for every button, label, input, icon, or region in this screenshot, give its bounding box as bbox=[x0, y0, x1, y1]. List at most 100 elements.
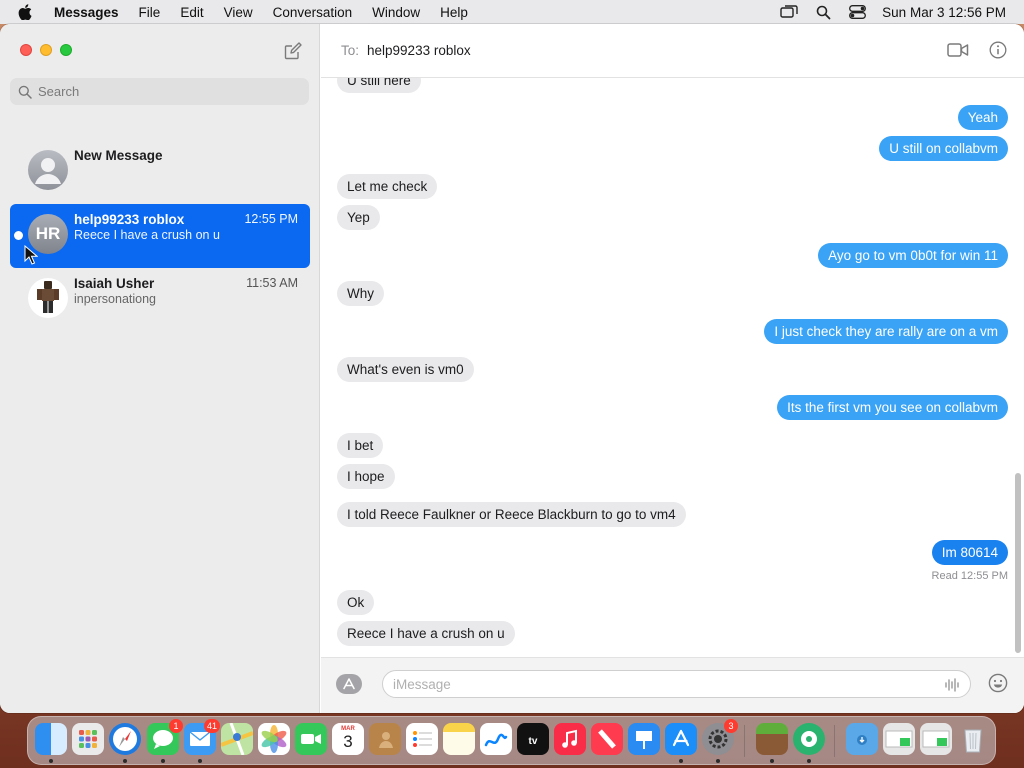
calendar-day: 3 bbox=[343, 732, 353, 751]
news-icon[interactable] bbox=[591, 723, 623, 755]
settings-badge: 3 bbox=[724, 719, 738, 733]
sidebar: New Message HR help99233 roblox 12:55 PM… bbox=[0, 24, 320, 713]
system-settings-icon[interactable]: 3 bbox=[702, 719, 738, 755]
maps-icon[interactable] bbox=[220, 722, 254, 756]
screenshot-file-icon[interactable] bbox=[883, 723, 915, 755]
composer-bar bbox=[321, 657, 1024, 713]
message-bubble-outgoing[interactable]: Ayo go to vm 0b0t for win 11 bbox=[818, 243, 1008, 268]
running-indicator bbox=[679, 759, 683, 763]
menu-bar: Messages File Edit View Conversation Win… bbox=[0, 0, 1024, 24]
avatar bbox=[28, 278, 68, 318]
conversation-help99233-roblox[interactable]: HR help99233 roblox 12:55 PM Reece I hav… bbox=[10, 204, 310, 268]
message-bubble-outgoing[interactable]: Im 80614 bbox=[931, 540, 1008, 565]
transcript-scrollbar[interactable] bbox=[1015, 473, 1021, 653]
menu-edit[interactable]: Edit bbox=[180, 5, 203, 20]
menu-bar-clock[interactable]: Sun Mar 3 12:56 PM bbox=[882, 5, 1006, 20]
message-bubble-incoming[interactable]: I hope bbox=[337, 464, 395, 489]
audio-message-icon[interactable] bbox=[944, 677, 960, 693]
contacts-icon[interactable] bbox=[369, 723, 401, 755]
keynote-icon[interactable] bbox=[628, 723, 660, 755]
running-indicator bbox=[807, 759, 811, 763]
search-field[interactable] bbox=[10, 78, 309, 105]
facetime-icon[interactable] bbox=[295, 723, 327, 755]
app-store-icon[interactable] bbox=[665, 723, 697, 755]
message-bubble-incoming[interactable]: Let me check bbox=[337, 174, 438, 199]
message-bubble-outgoing[interactable]: U still on collabvm bbox=[879, 136, 1008, 161]
compose-icon[interactable] bbox=[284, 42, 302, 60]
message-bubble-outgoing[interactable]: I just check they are rally are on a vm bbox=[764, 319, 1008, 344]
app-store-apps-button[interactable] bbox=[336, 674, 362, 694]
conversation-name: Isaiah Usher bbox=[74, 276, 155, 291]
messages-dock-icon[interactable]: 1 bbox=[147, 719, 183, 755]
calendar-icon[interactable]: MAR 3 bbox=[332, 723, 364, 755]
svg-text:tv: tv bbox=[529, 736, 538, 747]
control-center-icon[interactable] bbox=[848, 4, 866, 20]
messages-window: New Message HR help99233 roblox 12:55 PM… bbox=[0, 24, 1024, 713]
message-bubble-incoming[interactable]: What's even is vm0 bbox=[337, 357, 474, 382]
read-receipt-label: Read bbox=[931, 570, 958, 582]
spotlight-search-icon[interactable] bbox=[814, 4, 832, 20]
menu-window[interactable]: Window bbox=[372, 5, 420, 20]
downloads-folder-icon[interactable] bbox=[846, 723, 878, 755]
conversation-time: 11:53 AM bbox=[246, 276, 298, 290]
running-indicator bbox=[49, 759, 53, 763]
menu-view[interactable]: View bbox=[224, 5, 253, 20]
read-receipt-time: 12:55 PM bbox=[960, 570, 1008, 582]
info-icon[interactable] bbox=[989, 41, 1007, 59]
find-my-icon[interactable] bbox=[793, 723, 825, 755]
menu-conversation[interactable]: Conversation bbox=[273, 5, 353, 20]
message-bubble-incoming[interactable]: Why bbox=[337, 281, 384, 306]
mail-icon[interactable]: 41 bbox=[184, 719, 220, 755]
apple-tv-icon[interactable]: tv bbox=[517, 723, 549, 755]
emoji-icon[interactable] bbox=[988, 673, 1008, 693]
message-transcript: U still here Yeah U still on collabvm Le… bbox=[321, 78, 1024, 657]
zoom-button[interactable] bbox=[60, 44, 72, 56]
read-receipt: Read 12:55 PM bbox=[932, 570, 1008, 582]
screenshot-file-icon-2[interactable] bbox=[920, 723, 952, 755]
message-bubble-incoming[interactable]: Yep bbox=[337, 205, 380, 230]
reminders-icon[interactable] bbox=[406, 723, 438, 755]
mouse-cursor-icon bbox=[24, 244, 39, 265]
message-bubble-incoming[interactable]: Reece I have a crush on u bbox=[337, 621, 515, 646]
dock-separator bbox=[834, 725, 835, 757]
menu-file[interactable]: File bbox=[139, 5, 161, 20]
conversation-name: help99233 roblox bbox=[74, 212, 185, 227]
close-button[interactable] bbox=[20, 44, 32, 56]
minecraft-icon[interactable] bbox=[756, 723, 788, 755]
to-label: To: bbox=[341, 43, 360, 58]
message-bubble-incoming[interactable]: Ok bbox=[337, 590, 375, 615]
running-indicator bbox=[770, 759, 774, 763]
message-input[interactable] bbox=[393, 676, 923, 692]
message-bubble-incoming[interactable]: I told Reece Faulkner or Reece Blackburn… bbox=[337, 502, 686, 527]
menu-help[interactable]: Help bbox=[440, 5, 468, 20]
safari-icon[interactable] bbox=[109, 723, 141, 755]
menu-app-name[interactable]: Messages bbox=[54, 5, 119, 20]
trash-icon[interactable] bbox=[957, 723, 989, 755]
conversation-preview: inpersonationg bbox=[74, 292, 157, 306]
conversation-name: New Message bbox=[74, 148, 163, 163]
notes-icon[interactable] bbox=[443, 723, 475, 755]
conversation-isaiah-usher[interactable]: Isaiah Usher 11:53 AM inpersonationg bbox=[10, 268, 310, 332]
conversation-time: 12:55 PM bbox=[244, 212, 298, 226]
conversation-new-message[interactable]: New Message bbox=[10, 140, 310, 204]
conversation-header: To: help99233 roblox bbox=[321, 24, 1024, 78]
facetime-video-icon[interactable] bbox=[947, 42, 969, 58]
messages-badge: 1 bbox=[169, 719, 183, 733]
freeform-icon[interactable] bbox=[480, 723, 512, 755]
mail-badge: 41 bbox=[203, 719, 220, 733]
screen-mirroring-icon[interactable] bbox=[780, 4, 798, 20]
photos-icon[interactable] bbox=[258, 723, 290, 755]
apple-menu-icon[interactable] bbox=[18, 4, 36, 20]
finder-icon[interactable] bbox=[35, 723, 67, 755]
minimize-button[interactable] bbox=[40, 44, 52, 56]
message-bubble-incoming[interactable]: I bet bbox=[337, 433, 384, 458]
message-bubble-outgoing[interactable]: Yeah bbox=[957, 105, 1008, 130]
music-icon[interactable] bbox=[554, 723, 586, 755]
message-bubble-outgoing[interactable]: Its the first vm you see on collabvm bbox=[777, 395, 1008, 420]
recipient-name[interactable]: help99233 roblox bbox=[367, 43, 471, 58]
search-input[interactable] bbox=[38, 84, 288, 99]
message-field[interactable] bbox=[382, 670, 971, 698]
message-bubble-incoming[interactable]: U still here bbox=[337, 78, 421, 93]
running-indicator bbox=[123, 759, 127, 763]
launchpad-icon[interactable] bbox=[72, 723, 104, 755]
